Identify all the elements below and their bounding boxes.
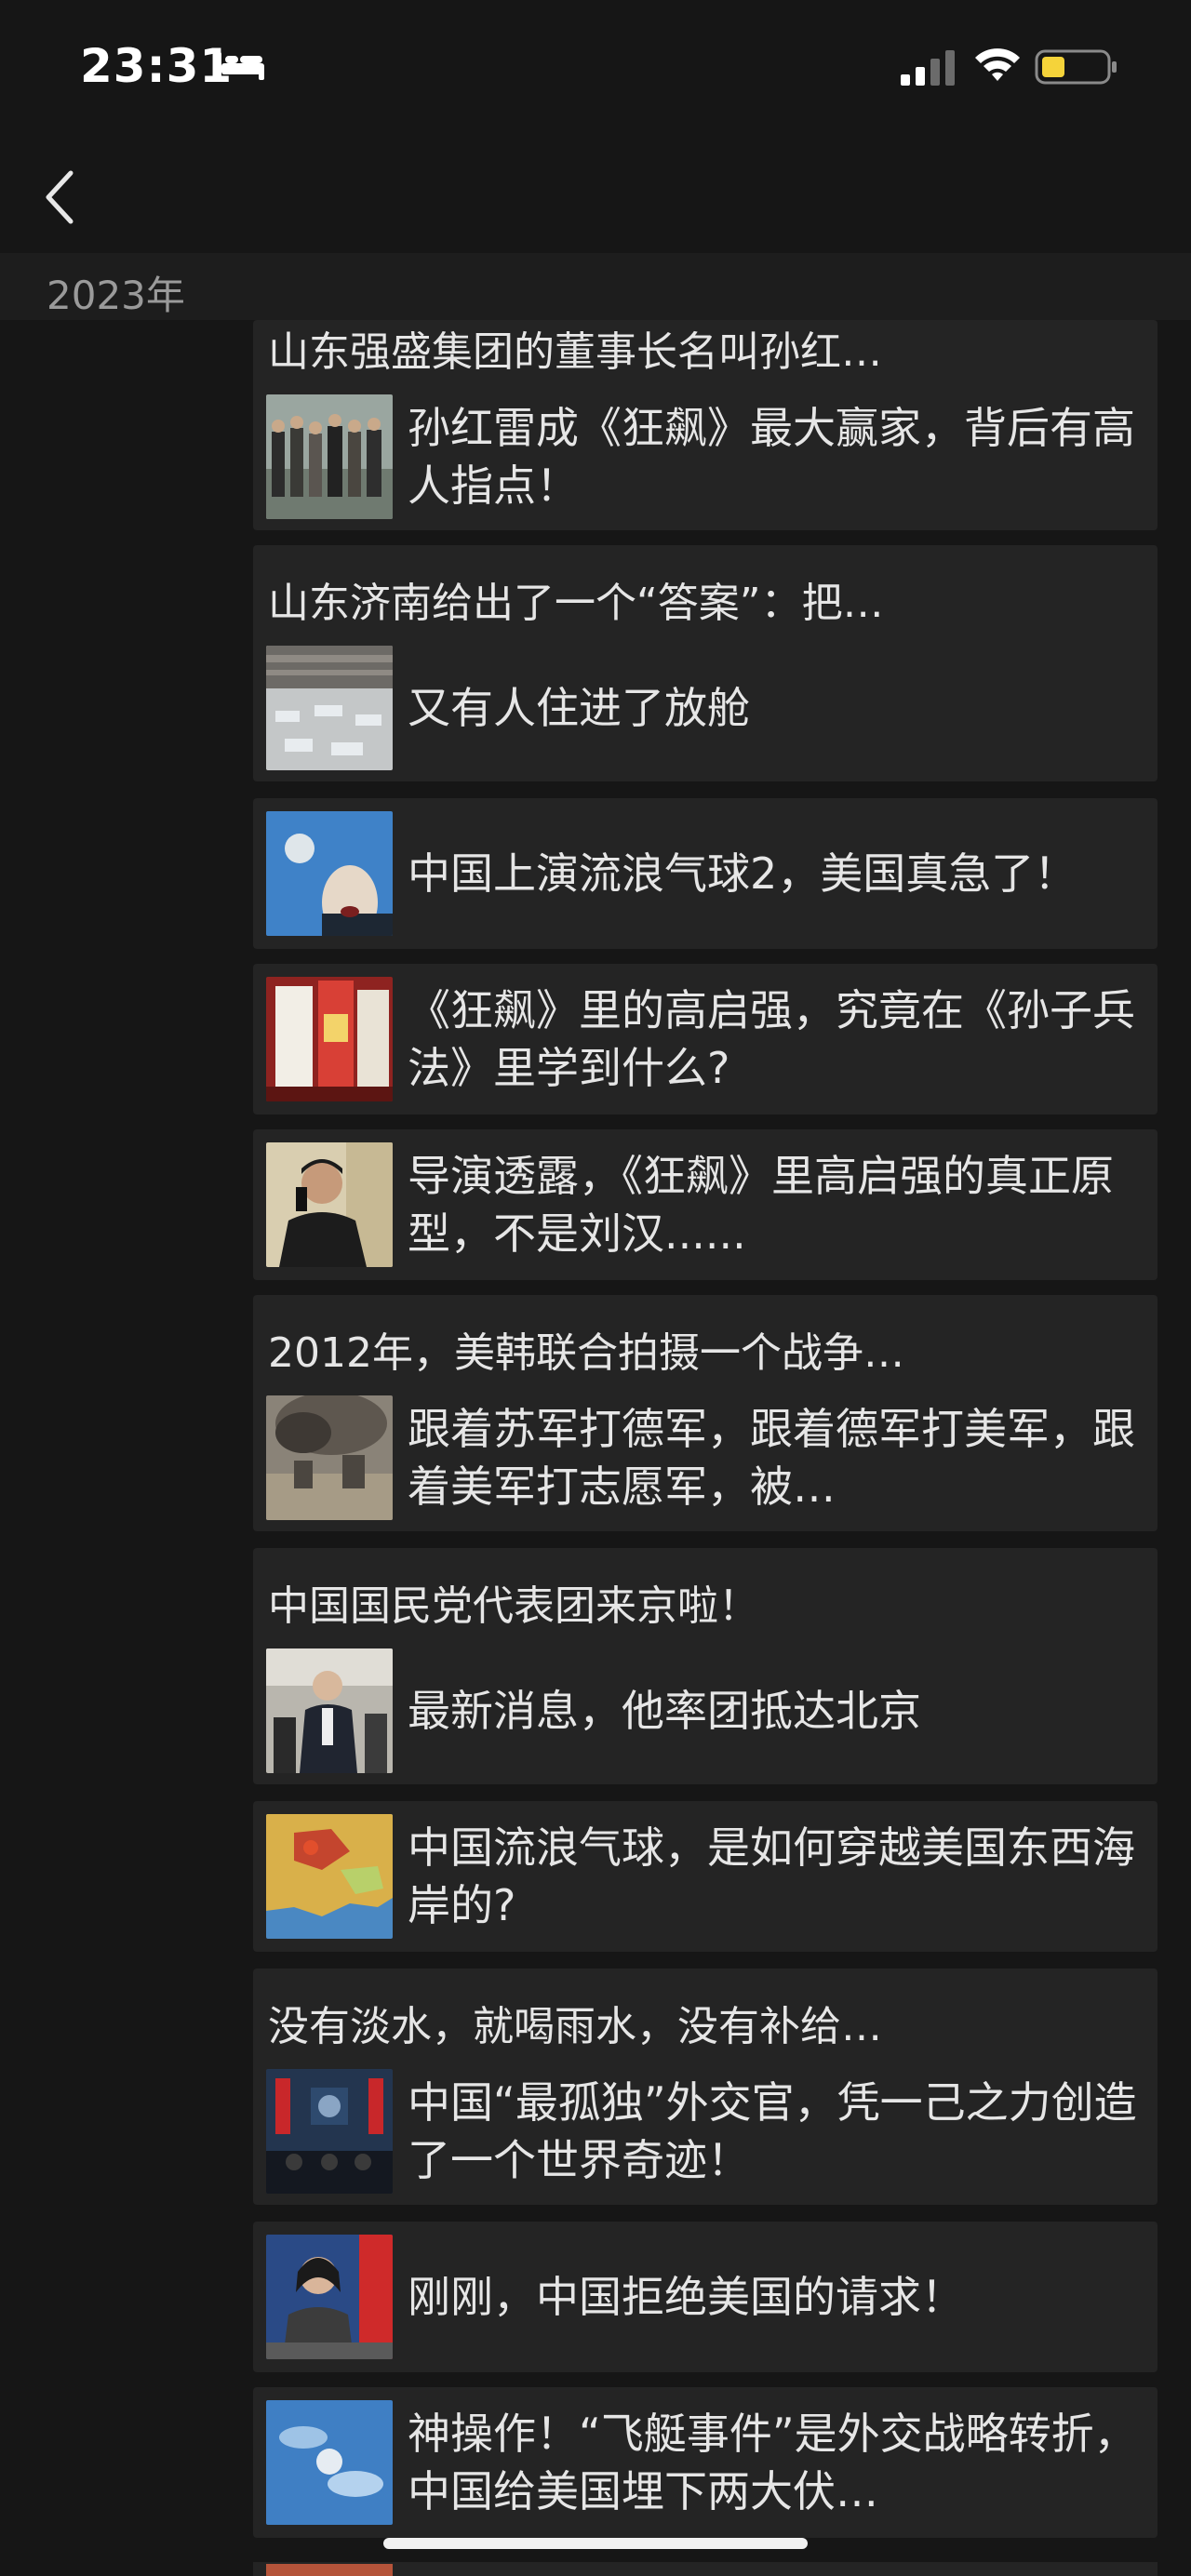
article-thumbnail: [266, 2564, 393, 2576]
article-thumbnail: [266, 1395, 393, 1520]
article-thumbnail: [266, 811, 393, 936]
card-title: 山东强盛集团的董事长名叫孙红…: [268, 328, 882, 376]
article-item[interactable]: 中国流浪气球，是如何穿越美国东西海岸的?: [266, 1814, 1148, 1939]
card-title: 山东济南给出了一个“答案”：把…: [268, 580, 884, 627]
article-card[interactable]: 中国上演流浪气球2，美国真急了！: [253, 798, 1158, 949]
article-item[interactable]: 刚刚，中国拒绝美国的请求！: [266, 2235, 1148, 2359]
back-button[interactable]: [35, 156, 91, 231]
article-headline: 又有人住进了放舱: [408, 683, 750, 733]
status-time: 23:31: [80, 39, 234, 93]
article-item[interactable]: 孙红雷成《狂飙》最大赢家，背后有高人指点！: [266, 394, 1148, 519]
battery-low-icon: [1035, 49, 1117, 85]
article-card[interactable]: 山东济南给出了一个“答案”：把… 又有人住进了放舱: [253, 545, 1158, 781]
article-item[interactable]: 又有人住进了放舱: [266, 646, 1148, 770]
article-thumbnail: [266, 1814, 393, 1939]
article-headline: 跟着苏军打德军，跟着德军打美军，跟着美军打志愿军，被…: [408, 1404, 1135, 1512]
status-bar: 23:31: [0, 0, 1191, 140]
article-thumbnail: [266, 2069, 393, 2194]
article-card[interactable]: 没有淡水，就喝雨水，没有补给… 中国“最孤独”外交官，凭一己之力创造了一个世界奇…: [253, 1969, 1158, 2205]
article-item[interactable]: 中国“最孤独”外交官，凭一己之力创造了一个世界奇迹！: [266, 2069, 1148, 2194]
article-headline: 孙红雷成《狂飙》最大赢家，背后有高人指点！: [408, 403, 1135, 511]
year-label: 2023年: [47, 273, 185, 318]
bed-icon: [216, 52, 264, 80]
article-card[interactable]: 刚刚，中国拒绝美国的请求！: [253, 2222, 1158, 2372]
article-thumbnail: [266, 394, 393, 519]
nav-bar: [0, 140, 1191, 251]
article-card[interactable]: 神操作！“飞艇事件”是外交战略转折，中国给美国埋下两大伏…: [253, 2387, 1158, 2538]
article-headline: 《狂飙》里的高启强，究竟在《孙子兵法》里学到什么?: [408, 985, 1135, 1093]
article-card[interactable]: 中国国民党代表团来京啦！ 最新消息，他率团抵达北京: [253, 1548, 1158, 1784]
card-title: 没有淡水，就喝雨水，没有补给…: [268, 2003, 882, 2050]
article-thumbnail: [266, 2400, 393, 2525]
article-item[interactable]: 导演透露，《狂飙》里高启强的真正原型，不是刘汉......: [266, 1142, 1148, 1267]
article-headline: 导演透露，《狂飙》里高启强的真正原型，不是刘汉......: [408, 1151, 1114, 1259]
article-item[interactable]: 神操作！“飞艇事件”是外交战略转折，中国给美国埋下两大伏…: [266, 2400, 1148, 2525]
article-item[interactable]: 最新消息，他率团抵达北京: [266, 1648, 1148, 1773]
article-headline: 中国“最孤独”外交官，凭一己之力创造了一个世界奇迹！: [408, 2077, 1137, 2185]
card-title: 2012年，美韩联合拍摄一个战争…: [268, 1329, 904, 1377]
article-item[interactable]: 中国上演流浪气球2，美国真急了！: [266, 811, 1148, 936]
article-item[interactable]: 跟着苏军打德军，跟着德军打美军，跟着美军打志愿军，被…: [266, 1395, 1148, 1520]
article-headline: 中国流浪气球，是如何穿越美国东西海岸的?: [408, 1822, 1135, 1930]
article-thumbnail: [266, 1648, 393, 1773]
article-thumbnail: [266, 977, 393, 1101]
chevron-left-icon: [46, 170, 74, 224]
article-item[interactable]: 《狂飙》里的高启强，究竟在《孙子兵法》里学到什么?: [266, 977, 1148, 1101]
article-thumbnail: [266, 1142, 393, 1267]
article-headline: 神操作！“飞艇事件”是外交战略转折，中国给美国埋下两大伏…: [408, 2409, 1137, 2516]
wifi-icon: [975, 48, 1020, 81]
article-headline: 最新消息，他率团抵达北京: [408, 1686, 921, 1736]
article-headline: 刚刚，中国拒绝美国的请求！: [408, 2272, 964, 2322]
article-card[interactable]: 2012年，美韩联合拍摄一个战争… 跟着苏军打德军，跟着德军打美军，跟着美军打志…: [253, 1295, 1158, 1531]
article-thumbnail: [266, 2235, 393, 2359]
article-card[interactable]: 中国流浪气球，是如何穿越美国东西海岸的?: [253, 1801, 1158, 1952]
cellular-signal-icon: [901, 50, 955, 86]
home-indicator[interactable]: [383, 2538, 808, 2549]
article-card[interactable]: 《狂飙》里的高启强，究竟在《孙子兵法》里学到什么?: [253, 964, 1158, 1114]
year-section-header: 2023年: [0, 253, 1191, 320]
article-card[interactable]: 山东强盛集团的董事长名叫孙红… 孙红雷成《狂飙》最大赢家，背后有高人指点！: [253, 320, 1158, 530]
article-headline: 中国上演流浪气球2，美国真急了！: [408, 848, 1077, 899]
article-thumbnail: [266, 646, 393, 770]
article-card[interactable]: 导演透露，《狂飙》里高启强的真正原型，不是刘汉......: [253, 1129, 1158, 1280]
card-title: 中国国民党代表团来京啦！: [268, 1582, 759, 1630]
